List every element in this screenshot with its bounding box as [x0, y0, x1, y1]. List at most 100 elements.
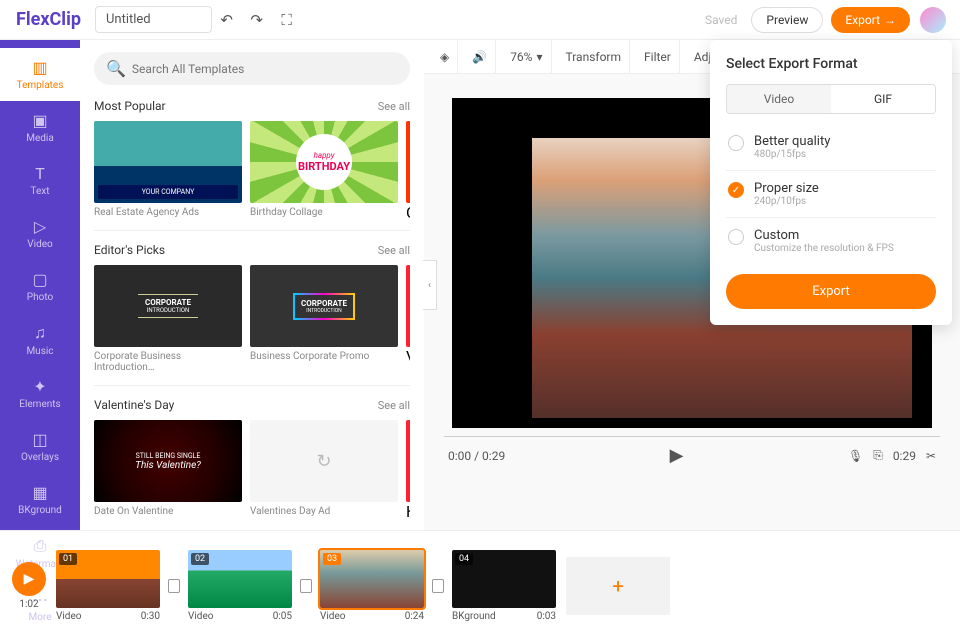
play-icon[interactable]: ▶ [670, 445, 684, 466]
undo-icon[interactable]: ↶ [213, 6, 241, 34]
templates-icon: ▥ [32, 58, 47, 77]
export-tab-video[interactable]: Video [727, 85, 831, 113]
template-card[interactable]: CORPORATEINTRODUCTIONCorporate Business … [94, 265, 242, 377]
option-title: Better quality [754, 134, 830, 149]
sidebar-item-bkground[interactable]: ▦BKground [0, 473, 80, 526]
templates-panel: 🔍 Most Popular See all YOUR COMPANYReal Es… [80, 40, 424, 530]
template-caption: Valentines Day Ad [250, 502, 398, 521]
preview-button[interactable]: Preview [751, 7, 823, 33]
redo-icon[interactable]: ↷ [243, 6, 271, 34]
sidebar-item-elements[interactable]: ✦Elements [0, 367, 80, 420]
template-caption: Birthday Collage [250, 203, 398, 222]
transition-link[interactable] [432, 579, 444, 593]
option-subtitle: 480p/15fps [754, 149, 830, 160]
split-icon[interactable]: ⎘ [873, 448, 883, 463]
mic-icon[interactable]: 🎙 [848, 449, 863, 463]
radio-icon [728, 182, 744, 198]
filter-button[interactable]: Filter [636, 40, 680, 73]
template-card-peek[interactable] [406, 420, 410, 502]
template-card[interactable]: STILL BEING SINGLEThis Valentine?Date On… [94, 420, 242, 521]
clip-duration: 0:24 [405, 611, 424, 622]
text-icon: T [35, 164, 45, 183]
export-panel-title: Select Export Format [726, 56, 936, 72]
sidebar-item-photo[interactable]: ▢ Photo [0, 260, 80, 313]
export-confirm-button[interactable]: Export [726, 274, 936, 309]
radio-icon [728, 229, 744, 245]
photo-icon: ▢ [32, 270, 47, 289]
export-option[interactable]: Better quality480p/15fps [726, 124, 936, 171]
transition-link[interactable] [300, 579, 312, 593]
avatar[interactable] [920, 7, 946, 33]
sidebar-item-text[interactable]: T Text [0, 154, 80, 207]
timeline-play-button[interactable]: ▶ [12, 562, 46, 596]
sidebar-item-label: Text [30, 186, 49, 197]
logo: FlexClip [8, 9, 89, 30]
sidebar-item-label: Elements [19, 399, 60, 410]
bkground-icon: ▦ [32, 483, 47, 502]
section-title: Editor's Picks [94, 243, 165, 257]
template-caption: Business Corporate Promo [250, 347, 398, 366]
export-tab-gif[interactable]: GIF [831, 85, 935, 113]
transition-link[interactable] [168, 579, 180, 593]
template-card[interactable]: CORPORATEINTRODUCTIONBusiness Corporate … [250, 265, 398, 377]
search-input[interactable] [132, 62, 398, 76]
export-tabs: VideoGIF [726, 84, 936, 114]
add-clip-button[interactable]: + [566, 557, 670, 615]
media-icon: ▣ [32, 111, 47, 130]
clip-duration: 0:05 [273, 611, 292, 622]
template-card[interactable]: ↻Valentines Day Ad [250, 420, 398, 521]
sidebar-item-media[interactable]: ▣ Media [0, 101, 80, 154]
sidebar-item-video[interactable]: ▷Video [0, 207, 80, 260]
sidebar-item-label: Media [26, 133, 54, 144]
topbar: FlexClip Untitled ↶ ↷ ⛶ Saved Preview Ex… [0, 0, 960, 40]
see-all-link[interactable]: See all [378, 244, 410, 257]
template-thumb: YOUR COMPANY [94, 121, 242, 203]
clip-type: Video [188, 611, 213, 622]
sidebar-item-music[interactable]: ♫ Music [0, 313, 80, 367]
section-title: Most Popular [94, 99, 166, 113]
see-all-link[interactable]: See all [378, 399, 410, 412]
export-option[interactable]: CustomCustomize the resolution & FPS [726, 218, 936, 264]
zoom-dropdown[interactable]: 76% ▾ [502, 40, 551, 73]
sidebar: ▥Templates ▣ Media T Text ▷Video ▢ Photo ♫ Music ✦… [0, 40, 80, 530]
playback-time: 0:00 / 0:29 [448, 449, 505, 463]
timeline-clip[interactable]: 02 [188, 550, 292, 608]
sidebar-item-label: Music [26, 346, 53, 357]
transform-button[interactable]: Transform [558, 40, 631, 73]
overlays-icon: ◫ [32, 430, 47, 449]
clip-type: Video [320, 611, 345, 622]
project-title[interactable]: Untitled [95, 6, 212, 33]
sidebar-item-overlays[interactable]: ◫Overlays [0, 420, 80, 473]
collapse-panel-icon[interactable]: ‹ [423, 260, 437, 310]
sidebar-item-templates[interactable]: ▥Templates [0, 48, 80, 101]
watermark-icon: ⎙ [34, 536, 47, 556]
fill-icon[interactable]: ◈ [432, 40, 458, 73]
template-thumb: STILL BEING SINGLEThis Valentine? [94, 420, 242, 502]
export-button[interactable]: Export→ [831, 7, 910, 33]
arrow-right-icon: → [884, 13, 896, 27]
template-card-peek[interactable] [406, 121, 410, 203]
timeline-clip[interactable]: 03 [320, 550, 424, 608]
total-duration: 1:02 [19, 599, 38, 610]
clip-duration: 0:03 [537, 611, 556, 622]
export-option[interactable]: Proper size240p/10fps [726, 171, 936, 218]
fullscreen-icon[interactable]: ⛶ [273, 6, 301, 34]
clip-type: Video [56, 611, 81, 622]
template-card[interactable]: happyBIRTHDAYBirthday Collage [250, 121, 398, 222]
template-thumb: happyBIRTHDAY [250, 121, 398, 203]
sidebar-item-label: Video [27, 239, 52, 250]
sidebar-item-label: Photo [27, 292, 53, 303]
see-all-link[interactable]: See all [378, 100, 410, 113]
volume-icon[interactable]: 🔊 [464, 40, 496, 73]
timeline-clip[interactable]: 04 [452, 550, 556, 608]
scissors-icon[interactable]: ✂ [926, 449, 936, 463]
export-panel: Select Export Format VideoGIF Better qua… [710, 40, 952, 325]
clip-type: BKground [452, 611, 496, 622]
template-thumb: CORPORATEINTRODUCTION [250, 265, 398, 347]
music-icon: ♫ [34, 323, 46, 343]
search-bar[interactable]: 🔍 [94, 52, 410, 85]
template-card-peek[interactable] [406, 265, 410, 347]
template-card[interactable]: YOUR COMPANYReal Estate Agency Ads [94, 121, 242, 222]
template-caption: Val [406, 347, 410, 366]
timeline-clip[interactable]: 01 [56, 550, 160, 608]
